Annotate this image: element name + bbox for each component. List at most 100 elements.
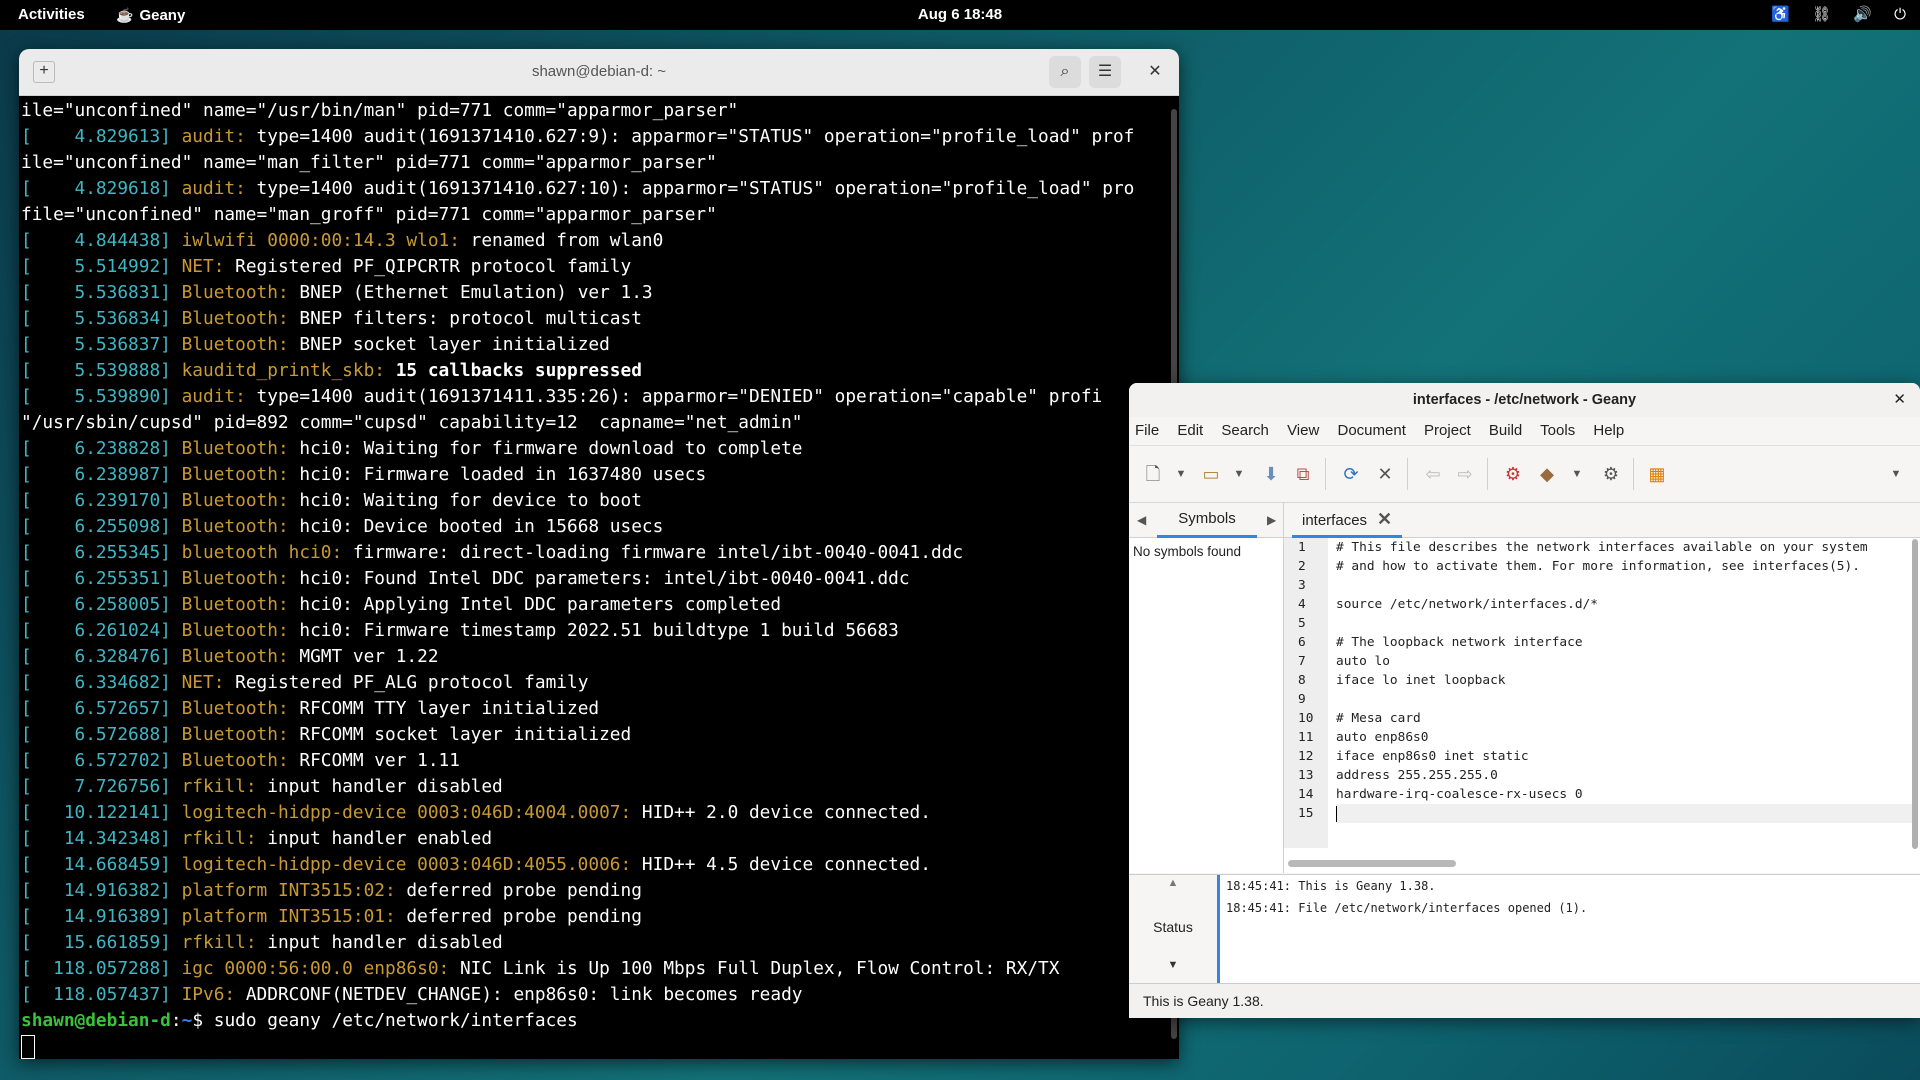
code-line[interactable]: # and how to activate them. For more inf… [1336,557,1912,576]
forward-icon[interactable]: ⇨ [1453,462,1477,486]
code-line[interactable]: hardware-irq-coalesce-rx-usecs 0 [1336,785,1912,804]
color-chooser-icon[interactable]: ▦ [1645,462,1669,486]
reload-icon[interactable]: ⟳ [1339,462,1363,486]
code-line[interactable] [1336,690,1912,709]
menu-file[interactable]: File [1135,422,1159,439]
terminal-line: [ 118.057288] igc 0000:56:00.0 enp86s0: … [21,958,1060,979]
tab-symbols[interactable]: Symbols [1157,503,1257,538]
terminal-line: [ 10.122141] logitech-hidpp-device 0003:… [21,802,931,823]
close-file-icon[interactable]: ✕ [1373,462,1397,486]
build-icon[interactable]: ◆ [1535,462,1559,486]
code-line[interactable] [1336,576,1912,595]
terminal-line: [ 6.238828] Bluetooth: hci0: Waiting for… [21,438,803,459]
close-icon[interactable]: ✕ [1893,383,1906,417]
volume-icon[interactable]: 🔊 [1853,6,1872,23]
clock: Aug 6 18:48 [0,0,1920,30]
geany-icon: ☕ [116,7,134,23]
terminal-line: [ 5.536831] Bluetooth: BNEP (Ethernet Em… [21,282,653,303]
code-line[interactable] [1336,614,1912,633]
code-lines[interactable]: # This file describes the network interf… [1336,538,1912,823]
terminal-header[interactable]: shawn@debian-d: ~ + ⌕ ☰ ✕ [19,49,1179,96]
code-line[interactable]: auto lo [1336,652,1912,671]
chevron-right-icon[interactable]: ▶ [1267,503,1276,537]
chevron-down-icon[interactable]: ▼ [1227,462,1251,486]
menu-document[interactable]: Document [1338,422,1406,439]
open-folder-icon[interactable]: ▭ [1199,462,1223,486]
editor[interactable]: interfaces ✕ 1 2 3 4 5 6 7 8 9 10 11 12 13 14 15 # This… [1284,503,1920,873]
chevron-left-icon[interactable]: ◀ [1137,503,1146,537]
chevron-up-icon[interactable]: ▲ [1129,877,1217,889]
document-tabs: interfaces ✕ [1284,503,1920,538]
terminal-line: [ 6.572688] Bluetooth: RFCOMM socket lay… [21,724,632,745]
terminal-output[interactable]: ile="unconfined" name="/usr/bin/man" pid… [19,96,1179,1059]
overflow-chevron-icon[interactable]: ▼ [1884,462,1908,486]
execute-icon[interactable]: ⚙ [1599,462,1623,486]
hamburger-menu-icon[interactable]: ☰ [1089,56,1121,88]
code-line[interactable] [1336,804,1912,823]
activities-button[interactable]: Activities [18,0,85,30]
menu-tools[interactable]: Tools [1540,422,1575,439]
code-line[interactable]: address 255.255.255.0 [1336,766,1912,785]
status-message: 18:45:41: This is Geany 1.38. [1226,879,1436,893]
network-icon[interactable]: ⛓ [1812,6,1831,23]
menu-edit[interactable]: Edit [1177,422,1203,439]
chevron-down-icon[interactable]: ▼ [1129,959,1217,971]
clock-label[interactable]: Aug 6 18:48 [918,6,1002,23]
sidebar-tabs: ◀ Symbols ▶ [1129,503,1283,538]
tab-interfaces[interactable]: interfaces ✕ [1292,503,1403,538]
terminal-line: [ 5.514992] NET: Registered PF_QIPCRTR p… [21,256,632,277]
code-line[interactable]: iface enp86s0 inet static [1336,747,1912,766]
tab-status[interactable]: Status [1129,919,1217,935]
menu-view[interactable]: View [1287,422,1319,439]
chevron-down-icon[interactable]: ▼ [1169,462,1193,486]
line-number: 1 [1298,540,1306,555]
line-number: 14 [1298,787,1314,802]
app-menu-button[interactable]: ☕ Geany [116,0,185,30]
menu-build[interactable]: Build [1489,422,1522,439]
code-line[interactable]: # Mesa card [1336,709,1912,728]
terminal-line: [ 6.328476] Bluetooth: MGMT ver 1.22 [21,646,439,667]
save-all-icon[interactable]: ⧉ [1291,462,1315,486]
no-symbols-label: No symbols found [1133,544,1242,559]
terminal-line: [ 14.916389] platform INT3515:01: deferr… [21,906,642,927]
compile-icon[interactable]: ⚙ [1501,462,1525,486]
terminal-line: [ 6.572702] Bluetooth: RFCOMM ver 1.11 [21,750,460,771]
code-line[interactable]: # The loopback network interface [1336,633,1912,652]
geany-titlebar[interactable]: interfaces - /etc/network - Geany ✕ [1129,383,1920,417]
terminal-line: ile="unconfined" name="man_filter" pid=7… [21,152,717,173]
menu-project[interactable]: Project [1424,422,1471,439]
close-icon[interactable]: ✕ [1139,56,1171,88]
new-tab-icon[interactable]: + [33,61,55,83]
back-icon[interactable]: ⇦ [1421,462,1445,486]
status-bar: This is Geany 1.38. [1129,983,1920,1018]
close-tab-icon[interactable]: ✕ [1377,503,1392,535]
terminal-line: file="unconfined" name="man_groff" pid=7… [21,204,717,225]
code-line[interactable]: auto enp86s0 [1336,728,1912,747]
line-number: 15 [1298,806,1314,821]
terminal-line: [ 14.668459] logitech-hidpp-device 0003:… [21,854,931,875]
status-messages: 18:45:41: This is Geany 1.38. 18:45:41: … [1217,875,1920,983]
menu-bar: File Edit Search View Document Project B… [1129,417,1920,446]
terminal-line: [ 118.057437] IPv6: ADDRCONF(NETDEV_CHAN… [21,984,803,1005]
terminal-line: [ 6.258005] Bluetooth: hci0: Applying In… [21,594,782,615]
chevron-down-icon[interactable]: ▼ [1565,462,1589,486]
editor-vertical-scrollbar[interactable] [1912,539,1918,849]
save-icon[interactable]: ⬇ [1259,462,1283,486]
accessibility-icon[interactable]: ♿ [1771,6,1790,23]
geany-window[interactable]: interfaces - /etc/network - Geany ✕ File… [1129,383,1920,1018]
code-line[interactable]: source /etc/network/interfaces.d/* [1336,595,1912,614]
menu-search[interactable]: Search [1221,422,1269,439]
new-file-icon[interactable]: 🗋 [1141,462,1165,486]
terminal-window[interactable]: shawn@debian-d: ~ + ⌕ ☰ ✕ ile="unconfine… [19,49,1179,1059]
search-icon[interactable]: ⌕ [1049,56,1081,88]
system-tray[interactable]: ♿ ⛓ 🔊 ⏻ [1753,0,1906,30]
menu-help[interactable]: Help [1593,422,1624,439]
editor-horizontal-scrollbar[interactable] [1288,860,1456,867]
terminal-line: [ 15.661859] rfkill: input handler disab… [21,932,503,953]
code-line[interactable]: iface lo inet loopback [1336,671,1912,690]
code-area[interactable]: 1 2 3 4 5 6 7 8 9 10 11 12 13 14 15 # This file descri… [1284,538,1920,848]
line-number: 2 [1298,559,1306,574]
status-message: 18:45:41: File /etc/network/interfaces o… [1226,901,1588,915]
power-icon[interactable]: ⏻ [1894,6,1906,23]
code-line[interactable]: # This file describes the network interf… [1336,538,1912,557]
